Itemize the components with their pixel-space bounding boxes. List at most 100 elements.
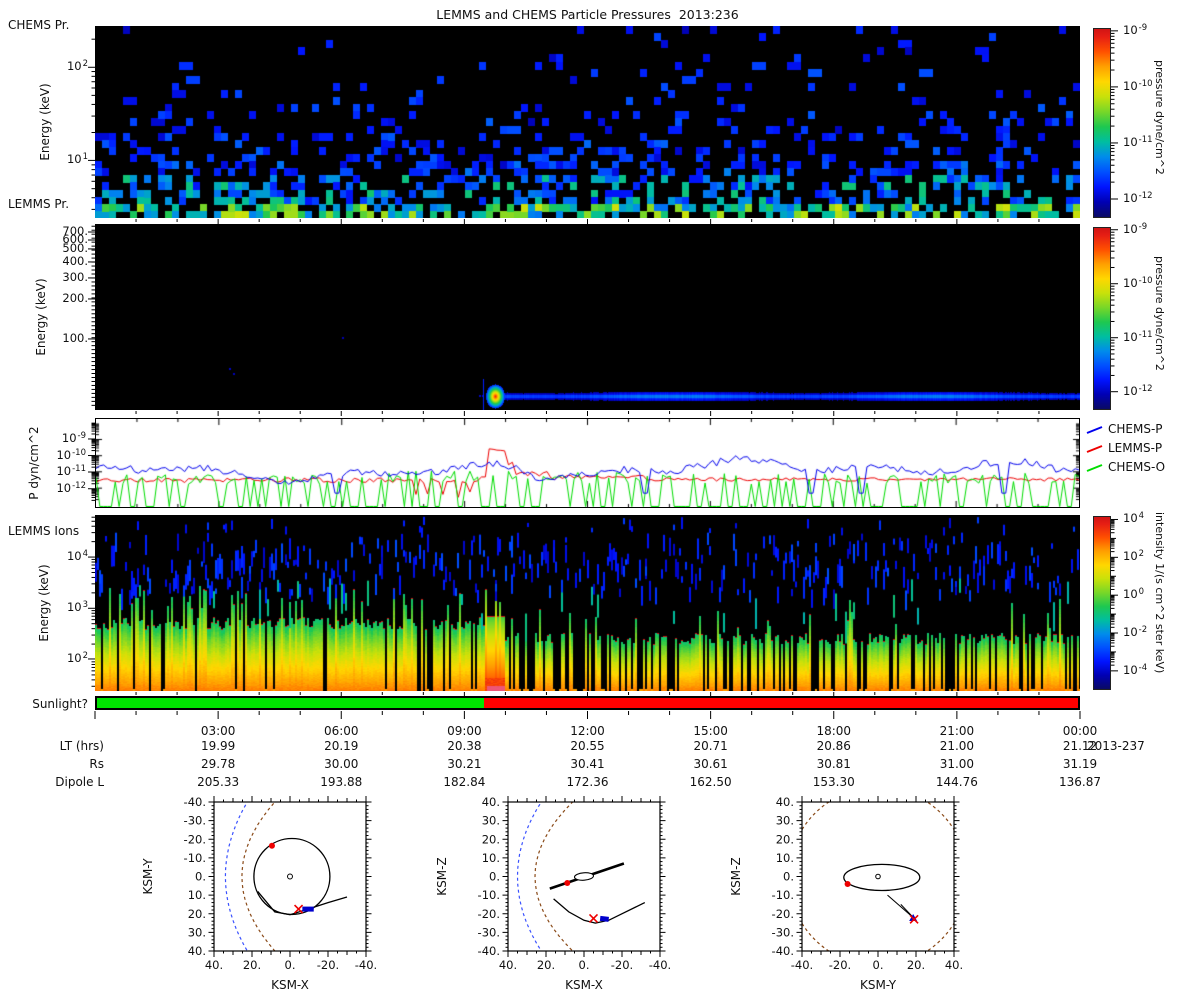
axis-ruler <box>83 223 95 411</box>
row-value: 182.84 <box>419 775 509 789</box>
orbit-x-tick-label: -20. <box>829 958 851 972</box>
pressure-colorbar-1 <box>1093 28 1111 218</box>
intensity-cb-tick: 10-2 <box>1123 625 1169 639</box>
planet-marker <box>876 874 881 879</box>
orbit-y-tick-label: -10. <box>184 851 206 865</box>
time-label: 21:00 <box>912 724 1002 738</box>
time-label: 09:00 <box>419 724 509 738</box>
panel4-ytick: 103 <box>40 600 88 614</box>
orbit-x-tick-label: -40. <box>649 958 671 972</box>
orbit-y-tick-label: -10. <box>772 888 794 902</box>
time-tick-strip <box>93 711 1082 721</box>
figure-root: LEMMS and CHEMS Particle Pressures 2013:… <box>0 0 1200 1000</box>
panel2-ytick: 500. <box>48 241 88 255</box>
time-label: 06:00 <box>296 724 386 738</box>
panel2-ytick: 200. <box>48 291 88 305</box>
row-value: 21.12 <box>1035 739 1125 753</box>
row-value: 144.76 <box>912 775 1002 789</box>
row-value: 29.78 <box>173 757 263 771</box>
orbit-plot-ksm-x-vs-ksm-z: 40.20.0.-20.-40.40.30.20.10.0.-10.-20.-3… <box>424 795 686 1000</box>
intensity-cb-tick: 104 <box>1123 511 1169 525</box>
row-value: 20.55 <box>543 739 633 753</box>
boundary-circle <box>789 795 968 966</box>
pressure-timeseries-plot <box>96 419 1079 507</box>
orbit-y-axis-title: KSM-Y <box>141 858 155 895</box>
orbit-y-tick-label: 10. <box>482 851 500 865</box>
panel4-ytick: 102 <box>40 651 88 665</box>
bow-shock-curve <box>518 795 547 959</box>
bow-shock-curve <box>225 795 251 959</box>
orbit-y-tick-label: 20. <box>482 832 500 846</box>
panel1-ytick: 102 <box>38 59 88 73</box>
orbit-start-marker <box>269 843 275 849</box>
row-value: 162.50 <box>666 775 756 789</box>
orbit-y-tick-label: -40. <box>772 944 794 958</box>
intensity-cb-tick: 102 <box>1123 549 1169 563</box>
panel3-ytick: 10-10 <box>36 448 86 462</box>
row-value: 30.21 <box>419 757 509 771</box>
orbit-x-tick-label: -40. <box>791 958 813 972</box>
row-value: 193.88 <box>296 775 386 789</box>
orbit-y-tick-label: 0. <box>783 870 794 884</box>
intensity-colorbar <box>1093 516 1111 690</box>
spacecraft-position-segment <box>600 918 609 919</box>
row-value: 31.19 <box>1035 757 1125 771</box>
row-value: 31.00 <box>912 757 1002 771</box>
orbit-y-tick-label: 10. <box>776 851 794 865</box>
planet-marker <box>288 874 293 879</box>
panel2-ytick: 300. <box>48 270 88 284</box>
orbit-ellipse <box>844 864 920 890</box>
row-value: 20.71 <box>666 739 756 753</box>
orbit-y-tick-label: -10. <box>478 888 500 902</box>
axis-ruler <box>83 514 95 692</box>
orbit-y-axis-title: KSM-Z <box>729 857 743 895</box>
orbit-x-tick-label: 0. <box>873 958 884 972</box>
sunlight-night-segment <box>484 698 1079 708</box>
orbit-x-tick-label: -20. <box>317 958 339 972</box>
axis-ruler <box>1111 226 1123 411</box>
time-label: 12:00 <box>543 724 633 738</box>
time-tick-strip <box>93 219 1082 226</box>
orbit-x-tick-label: 20. <box>243 958 261 972</box>
axis-ruler <box>83 417 95 509</box>
time-label: 18:00 <box>789 724 879 738</box>
panel1-y-axis-title: Energy (keV) <box>38 83 52 160</box>
orbit-y-tick-label: 40. <box>482 795 500 809</box>
orbit-chord-line <box>888 895 914 917</box>
pressure-cb1-tick: 10-9 <box>1123 23 1169 37</box>
time-label: 15:00 <box>666 724 756 738</box>
time-label: 00:00 <box>1035 724 1125 738</box>
pressure-cb2-tick: 10-12 <box>1123 384 1169 398</box>
time-label: 03:00 <box>173 724 263 738</box>
row-value: 21.00 <box>912 739 1002 753</box>
orbit-y-tick-label: -40. <box>478 944 500 958</box>
pressure-cb1-tick: 10-10 <box>1123 79 1169 93</box>
orbit-y-tick-label: 20. <box>188 907 206 921</box>
pressure-cb2-tick: 10-11 <box>1123 330 1169 344</box>
planet-ellipse-marker <box>574 872 593 881</box>
orbit-content <box>518 795 645 959</box>
orbit-x-tick-label: 0. <box>579 958 590 972</box>
panel4-label: LEMMS Ions <box>8 524 79 538</box>
axis-ruler <box>1111 515 1123 691</box>
lemms-ions-spectrogram <box>95 515 1080 691</box>
orbit-x-tick-label: 20. <box>537 958 555 972</box>
row-value: 30.00 <box>296 757 386 771</box>
pressure-cb1-tick: 10-12 <box>1123 191 1169 205</box>
magnetopause-curve <box>242 795 282 959</box>
orbit-x-tick-label: 40. <box>499 958 517 972</box>
row-label-lt-hrs-: LT (hrs) <box>0 739 104 753</box>
orbit-y-tick-label: 30. <box>188 925 206 939</box>
row-value: 19.99 <box>173 739 263 753</box>
orbit-x-tick-label: 40. <box>945 958 963 972</box>
orbit-y-tick-label: -20. <box>478 907 500 921</box>
orbit-x-tick-label: 20. <box>907 958 925 972</box>
panel2-label: LEMMS Pr. <box>8 197 69 211</box>
panel3-ytick: 10-11 <box>36 464 86 478</box>
orbit-arc-curve <box>554 899 645 923</box>
row-value: 30.61 <box>666 757 756 771</box>
orbit-x-axis-title: KSM-Y <box>860 978 897 992</box>
orbit-content <box>789 795 968 966</box>
row-value: 20.86 <box>789 739 879 753</box>
legend-swatch-lemms-p <box>1085 443 1105 455</box>
